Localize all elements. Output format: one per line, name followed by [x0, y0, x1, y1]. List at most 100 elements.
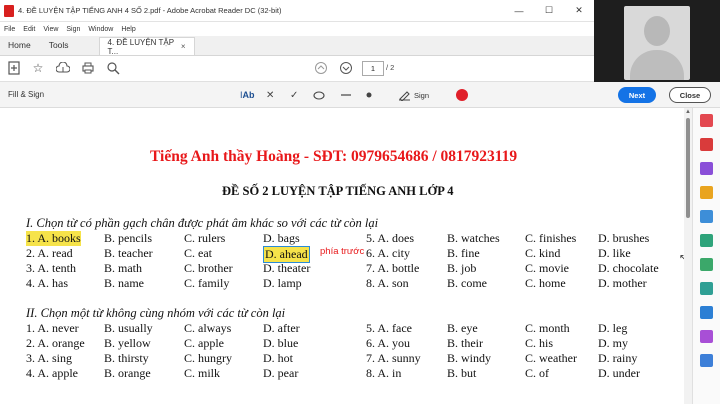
- close-window-button[interactable]: ✕: [564, 0, 594, 21]
- tab-document-label: 4. ĐỀ LUYỆN TẬP T...: [107, 37, 174, 56]
- menu-file[interactable]: File: [4, 26, 15, 33]
- answer-option: 7. A. bottle: [366, 261, 420, 275]
- ellipse-icon[interactable]: [313, 87, 325, 103]
- annotation-text[interactable]: phía trước: [320, 246, 364, 257]
- highlighted-option: 1. A. books: [26, 231, 81, 246]
- menu-window[interactable]: Window: [88, 26, 113, 33]
- close-button[interactable]: Close: [669, 87, 711, 103]
- answer-option: D. hot: [263, 351, 293, 365]
- page-number-input[interactable]: 1: [362, 61, 384, 76]
- answer-option: D. lamp: [263, 276, 302, 290]
- protect-icon[interactable]: [700, 306, 713, 319]
- document-header: Tiếng Anh thầy Hoàng - SĐT: 0979654686 /…: [150, 148, 518, 165]
- page-up-icon[interactable]: [313, 60, 329, 76]
- tab-bar: Home Tools 4. ĐỀ LUYỆN TẬP T... ×: [0, 36, 594, 56]
- add-text-label: Ab: [242, 90, 255, 100]
- scrollbar-thumb[interactable]: [686, 118, 690, 218]
- next-button[interactable]: Next: [618, 87, 656, 103]
- window-title: 4. ĐỀ LUYỆN TẬP TIẾNG ANH 4 SỐ 2.pdf - A…: [18, 6, 282, 15]
- answer-option: C. family: [184, 276, 230, 290]
- answer-option: D. leg: [598, 321, 628, 335]
- answer-option: 6. A. you: [366, 336, 411, 350]
- answer-option: C. always: [184, 321, 232, 335]
- cross-mark-icon[interactable]: ✕: [266, 87, 274, 103]
- answer-option: D. rainy: [598, 351, 638, 365]
- answer-option: B. teacher: [104, 246, 153, 260]
- vertical-scrollbar[interactable]: ▲: [684, 108, 692, 404]
- section-2-title: II. Chọn một từ không cùng nhóm với các …: [26, 306, 286, 320]
- menu-view[interactable]: View: [43, 26, 58, 33]
- answer-option: C. his: [525, 336, 554, 350]
- export-pdf-icon[interactable]: [700, 114, 713, 127]
- scan-ocr-icon[interactable]: [700, 282, 713, 295]
- answer-option: 8. A. son: [366, 276, 409, 290]
- answer-option: B. math: [104, 261, 142, 275]
- answer-option: D. mother: [598, 276, 647, 290]
- answer-option: D. blue: [263, 336, 299, 350]
- answer-option: D. under: [598, 366, 640, 380]
- bookmark-star-icon[interactable]: ☆: [30, 60, 46, 76]
- answer-option: D. chocolate: [598, 261, 659, 275]
- upload-cloud-icon[interactable]: [55, 60, 71, 76]
- section-1-title: I. Chọn từ có phần gạch chân được phát â…: [26, 216, 379, 230]
- check-mark-icon[interactable]: ✓: [290, 87, 298, 103]
- window-controls: — ☐ ✕: [504, 0, 594, 21]
- minimize-button[interactable]: —: [504, 0, 534, 21]
- answer-option: B. orange: [104, 366, 151, 380]
- color-picker-dot[interactable]: [456, 89, 468, 101]
- answer-option: C. eat: [184, 246, 212, 260]
- answer-option: C. of: [525, 366, 549, 380]
- menu-edit[interactable]: Edit: [23, 26, 35, 33]
- tab-tools[interactable]: Tools: [41, 40, 79, 55]
- sign-tool[interactable]: Sign: [398, 87, 429, 103]
- answer-option: 1. A. never: [26, 321, 79, 335]
- page-down-icon[interactable]: [338, 60, 354, 76]
- answer-option: B. thirsty: [104, 351, 149, 365]
- scroll-up-icon[interactable]: ▲: [684, 108, 692, 116]
- create-pdf-icon-side[interactable]: [700, 138, 713, 151]
- add-text-tool[interactable]: I Ab: [240, 87, 255, 103]
- fill-sign-bar: Fill & Sign I Ab ✕ ✓ Sign Next Close: [0, 82, 720, 108]
- sign-label: Sign: [414, 90, 430, 100]
- dot-icon[interactable]: [366, 87, 372, 103]
- print-icon[interactable]: [80, 60, 96, 76]
- answer-option: C. movie: [525, 261, 569, 275]
- answer-option: D. theater: [263, 261, 311, 275]
- right-tools-panel: [692, 108, 720, 404]
- organize-pages-icon[interactable]: [700, 234, 713, 247]
- answer-option: 5. A. does: [366, 231, 414, 245]
- tab-close-icon[interactable]: ×: [181, 42, 186, 51]
- menu-sign[interactable]: Sign: [66, 26, 80, 33]
- tab-document[interactable]: 4. ĐỀ LUYỆN TẬP T... ×: [98, 37, 195, 56]
- answer-option: 5. A. face: [366, 321, 412, 335]
- edit-pdf-icon[interactable]: [700, 162, 713, 175]
- answer-option: D. after: [263, 321, 300, 335]
- answer-option: C. hungry: [184, 351, 232, 365]
- answer-option: B. pencils: [104, 231, 152, 245]
- maximize-button[interactable]: ☐: [534, 0, 564, 21]
- answer-option: D. pear: [263, 366, 299, 380]
- more-tools-icon[interactable]: [700, 354, 713, 367]
- document-title: ĐỀ SỐ 2 LUYỆN TẬP TIẾNG ANH LỚP 4: [222, 184, 454, 198]
- answer-option: B. but: [447, 366, 477, 380]
- acrobat-app-icon: [4, 4, 14, 17]
- comment-icon[interactable]: [700, 186, 713, 199]
- combine-files-icon[interactable]: [700, 210, 713, 223]
- answer-option: 4. A. apple: [26, 366, 78, 380]
- answer-option: B. yellow: [104, 336, 151, 350]
- compress-pdf-icon[interactable]: [700, 258, 713, 271]
- webcam-overlay: [594, 0, 720, 82]
- create-pdf-icon[interactable]: [6, 60, 22, 76]
- fill-sign-icon[interactable]: [700, 330, 713, 343]
- tab-home[interactable]: Home: [0, 40, 41, 55]
- answer-option: 2. A. orange: [26, 336, 85, 350]
- page-total: / 2: [386, 63, 395, 72]
- search-icon[interactable]: [105, 60, 121, 76]
- answer-option: C. home: [525, 276, 566, 290]
- answer-option: C. weather: [525, 351, 577, 365]
- line-icon[interactable]: [340, 87, 352, 103]
- answer-option: D. bags: [263, 231, 300, 245]
- answer-option: C. kind: [525, 246, 561, 260]
- answer-option: B. usually: [104, 321, 153, 335]
- menu-help[interactable]: Help: [121, 26, 135, 33]
